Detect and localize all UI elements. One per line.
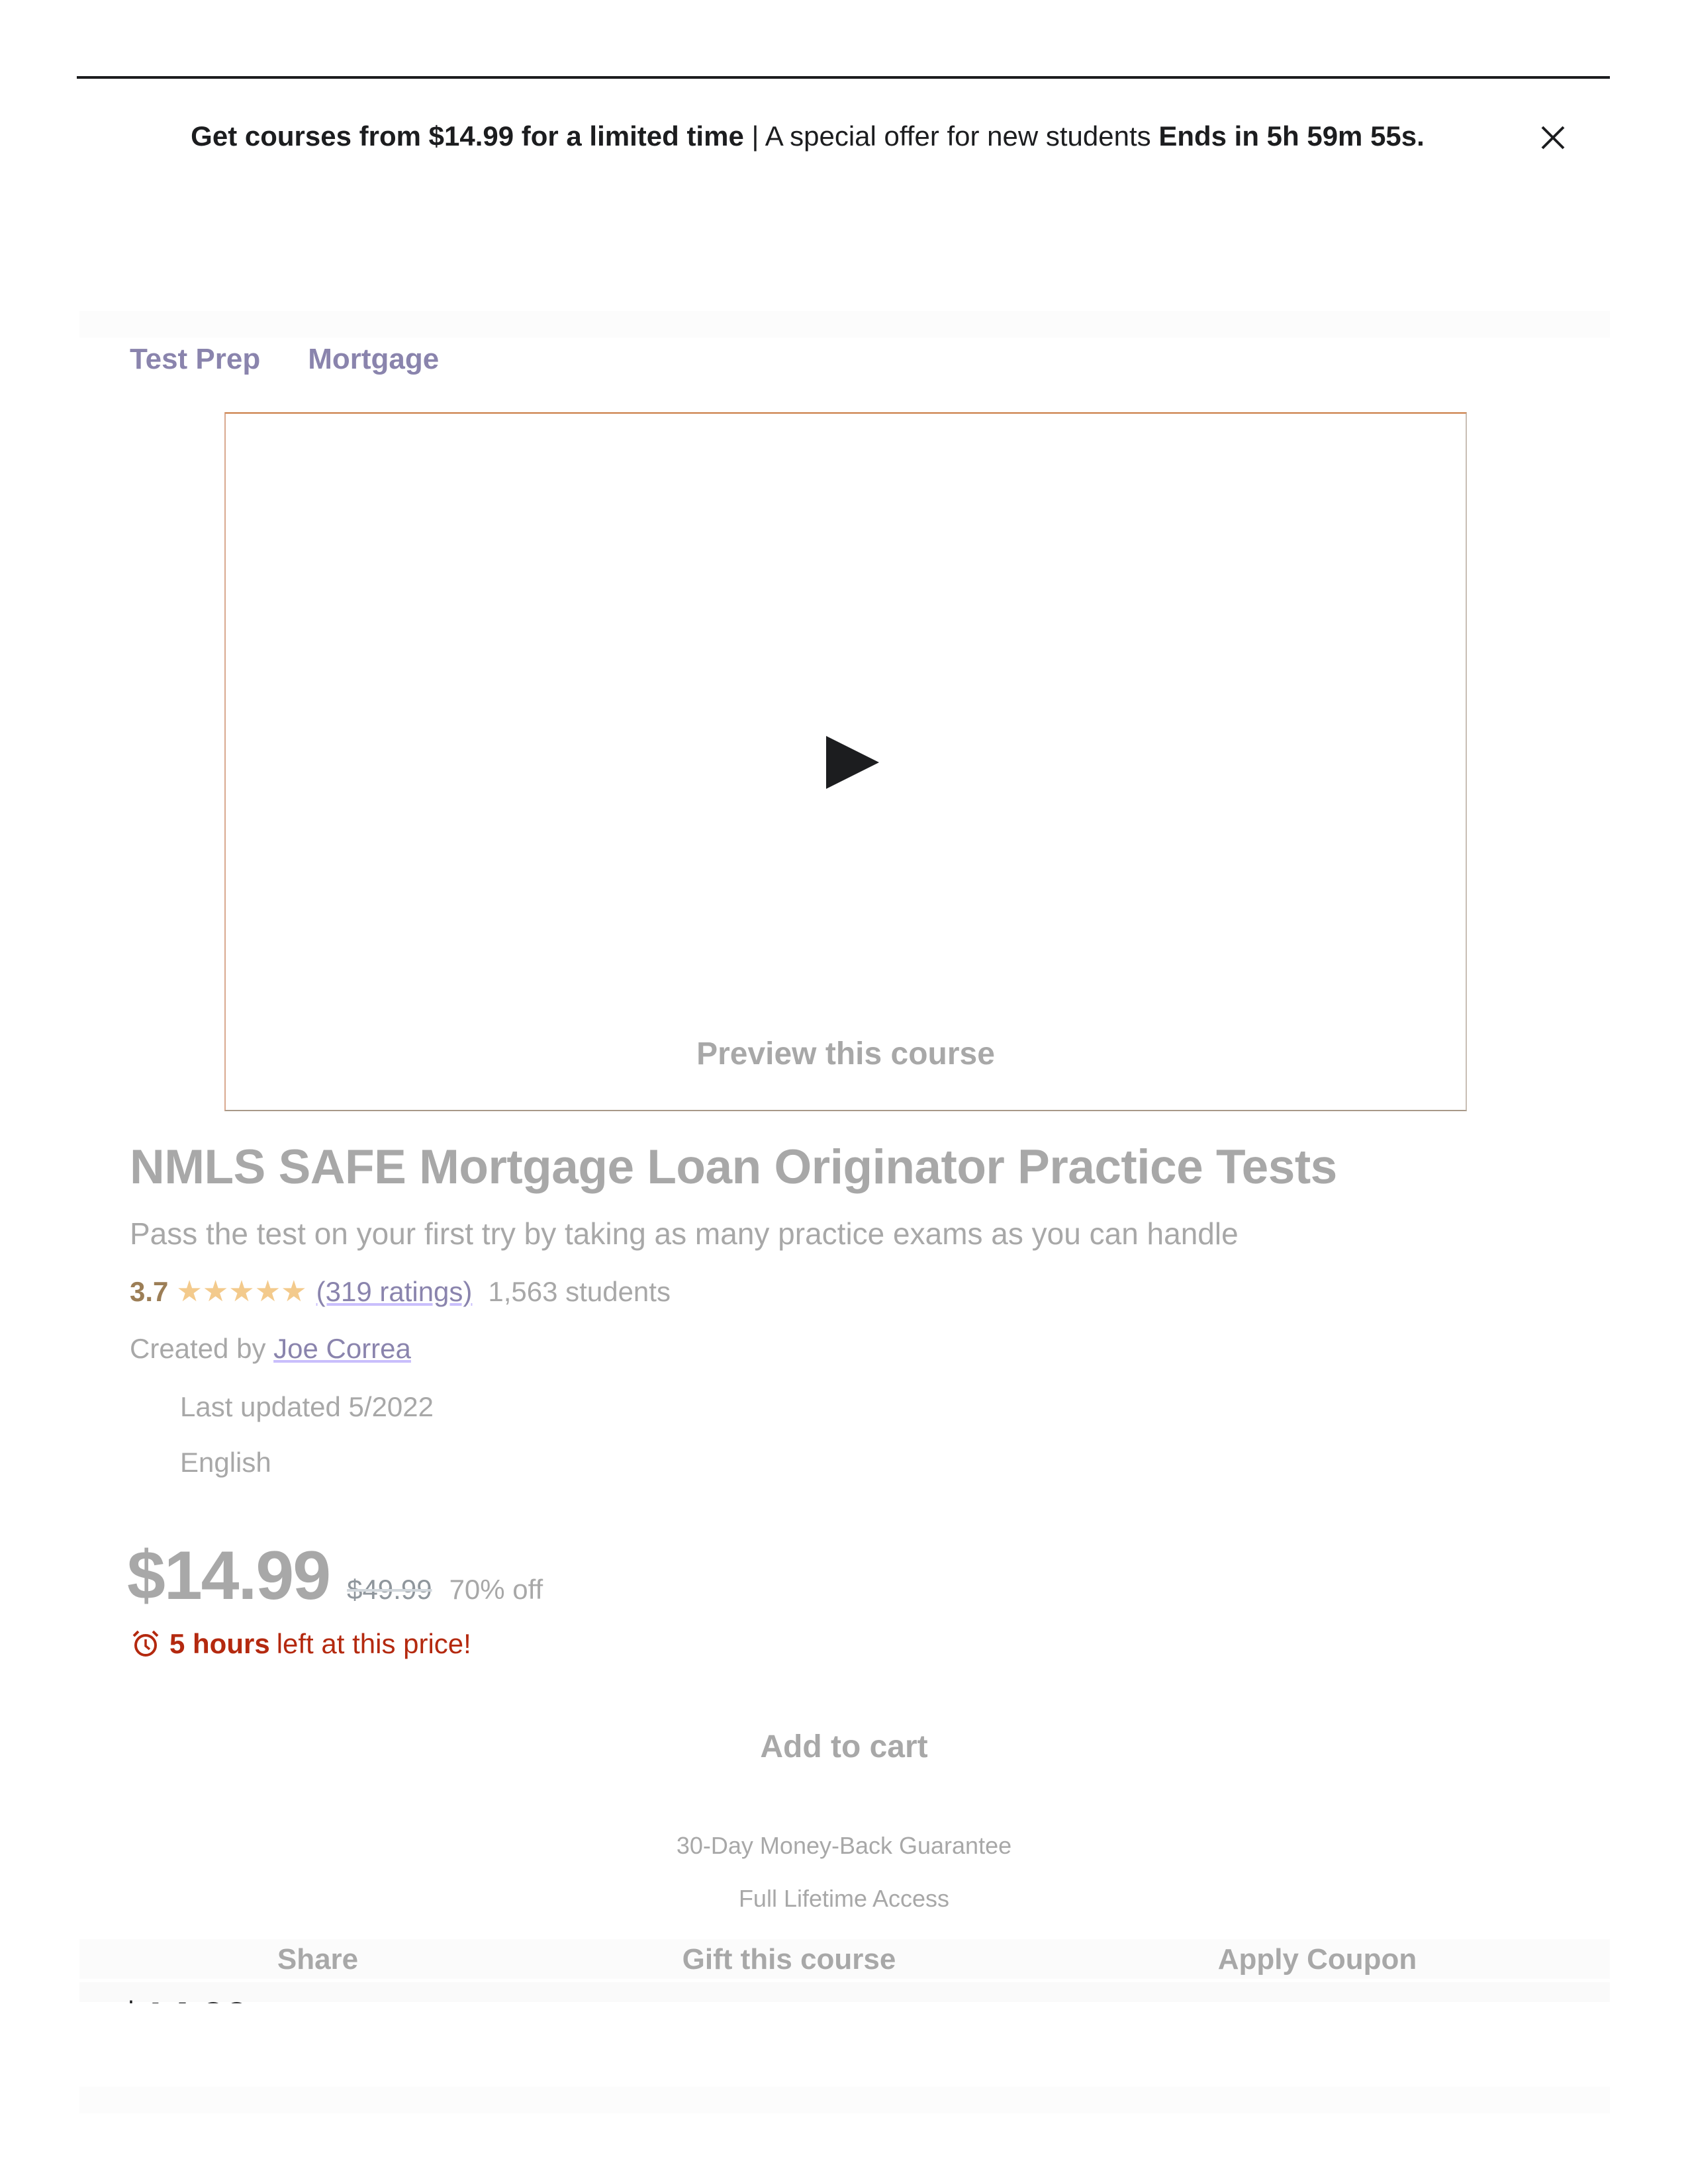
footer-strip [79,2087,1610,2113]
course-title: NMLS SAFE Mortgage Loan Originator Pract… [130,1140,1337,1194]
course-subtitle: Pass the test on your first try by takin… [130,1216,1239,1251]
price-row: $14.99 $49.99 70% off [127,1537,543,1615]
instructor-link[interactable]: Joe Correa [273,1333,411,1364]
panel-background [79,311,1610,338]
current-price: $14.99 [127,1537,331,1614]
rating-row: 3.7 ★★★★★ (319 ratings) 1,563 students [130,1275,671,1308]
timer-text: left at this price! [276,1628,471,1659]
money-back-guarantee: 30-Day Money-Back Guarantee [676,1832,1012,1859]
course-language: English [180,1447,271,1478]
breadcrumb-test-prep[interactable]: Test Prep [130,343,260,375]
lifetime-access: Full Lifetime Access [738,1885,950,1912]
ratings-count-link[interactable]: (319 ratings) [316,1276,473,1308]
last-updated: Last updated 5/2022 [180,1391,434,1422]
sticky-price-bar: $14.99 [79,1982,1610,2003]
promo-countdown: Ends in 5h 59m 55s. [1158,120,1425,152]
promo-separator: | [743,120,765,152]
timer-hours: 5 hours [169,1628,270,1659]
rating-score: 3.7 [130,1275,169,1307]
price-timer: 5 hours left at this price! [131,1628,471,1660]
promo-subtext: A special offer for new students [765,120,1159,152]
breadcrumb: Test Prep Mortgage [130,343,487,376]
share-button[interactable]: Share [119,1943,516,1976]
discount-percent: 70% off [449,1574,543,1605]
close-banner-button[interactable] [1540,124,1566,151]
gift-course-button[interactable]: Gift this course [590,1943,988,1976]
add-to-cart-button[interactable]: Add to cart [0,1729,1688,1765]
created-by-label: Created by [130,1333,274,1364]
apply-coupon-button[interactable]: Apply Coupon [1119,1943,1516,1976]
created-by: Created by Joe Correa [130,1333,411,1365]
play-icon[interactable] [826,736,879,789]
course-preview-video[interactable]: Preview this course [224,412,1467,1111]
promo-headline: Get courses from $14.99 for a limited ti… [191,120,744,152]
close-icon [1541,126,1565,150]
students-count: 1,563 students [488,1275,671,1307]
alarm-clock-icon [132,1630,159,1657]
promo-banner: Get courses from $14.99 for a limited ti… [0,118,1615,155]
sticky-price: $14.99 [119,1993,249,2003]
breadcrumb-mortgage[interactable]: Mortgage [308,343,439,375]
original-price: $49.99 [347,1574,432,1605]
preview-course-label[interactable]: Preview this course [226,1036,1466,1072]
star-rating-icon: ★★★★★ [176,1275,307,1308]
top-divider [77,76,1610,79]
